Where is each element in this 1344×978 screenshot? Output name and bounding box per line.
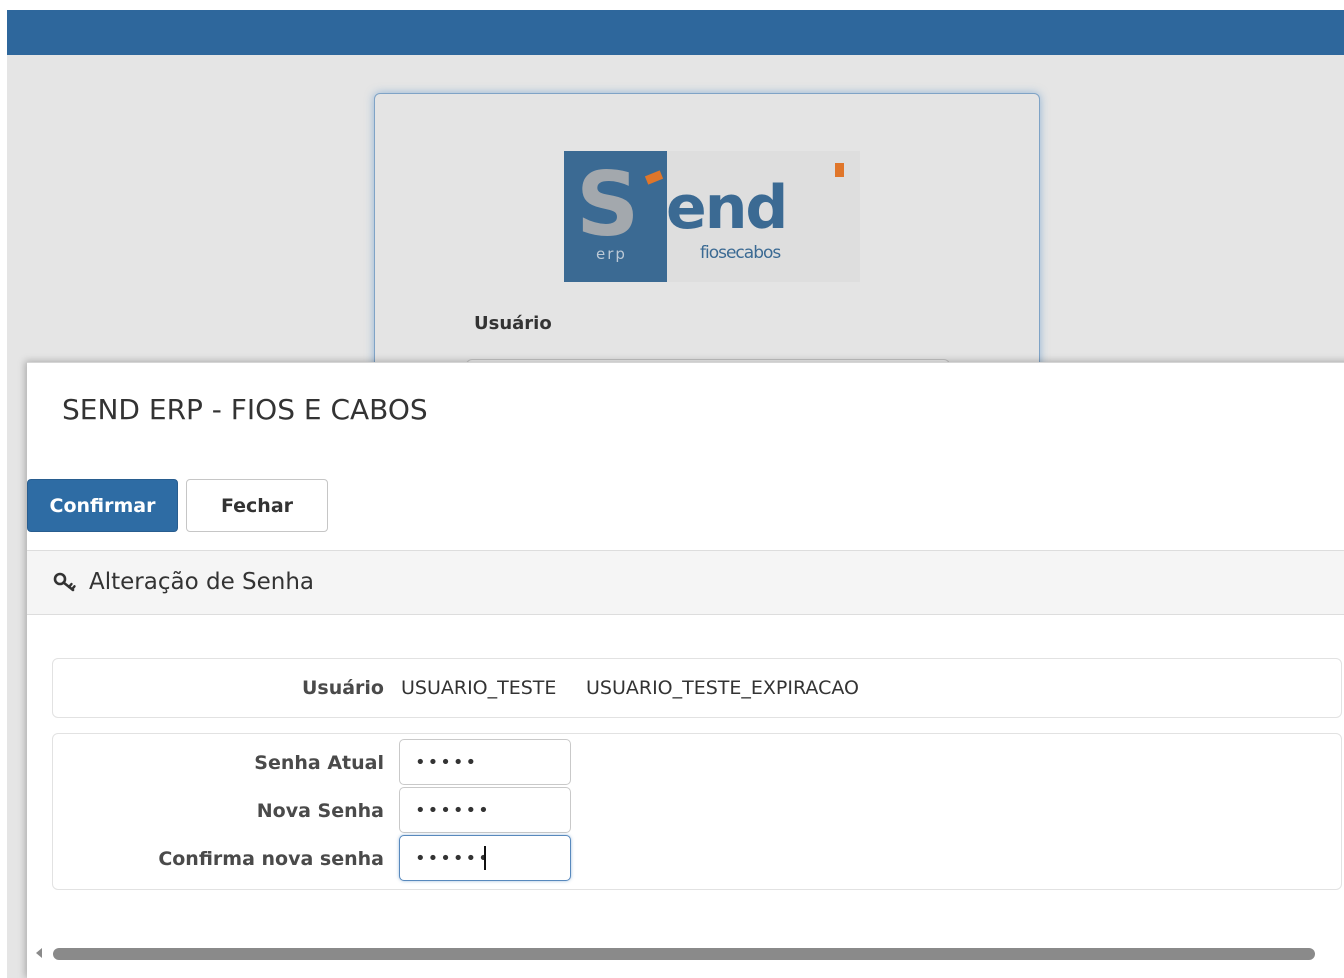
section-title: Alteração de Senha [89, 569, 315, 595]
confirm-password-label: Confirma nova senha [158, 848, 384, 870]
logo-sub-right: fiosecabos [700, 243, 781, 263]
logo-main-text: end [666, 173, 788, 243]
user-name-value: USUARIO_TESTE_EXPIRACAO [586, 677, 859, 699]
logo-initial: S [576, 153, 640, 256]
close-button[interactable]: Fechar [186, 479, 328, 532]
section-header: Alteração de Senha [27, 550, 1344, 615]
user-login-value: USUARIO_TESTE [401, 677, 557, 699]
logo-sub-left: erp [596, 245, 627, 263]
logo-accent-mark-2 [835, 163, 844, 177]
current-password-input[interactable] [399, 739, 571, 785]
new-password-input[interactable] [399, 787, 571, 833]
password-fields-panel: Senha Atual Nova Senha Confirma nova sen… [52, 733, 1342, 890]
confirm-button[interactable]: Confirmar [27, 479, 178, 532]
login-user-label: Usuário [474, 313, 552, 334]
user-info-panel: Usuário USUARIO_TESTE USUARIO_TESTE_EXPI… [52, 658, 1342, 718]
new-password-label: Nova Senha [256, 800, 384, 822]
scrollbar-thumb[interactable] [53, 948, 1315, 960]
text-caret [484, 846, 486, 870]
screen: S end erp fiosecabos Usuário SEND ERP - … [0, 0, 1344, 978]
key-icon [53, 572, 76, 592]
horizontal-scrollbar[interactable] [27, 940, 1344, 968]
top-bar [7, 10, 1344, 55]
scroll-left-icon[interactable] [36, 948, 42, 958]
dialog-title: SEND ERP - FIOS E CABOS [62, 393, 428, 426]
password-change-dialog: SEND ERP - FIOS E CABOS Confirmar Fechar… [27, 362, 1344, 978]
send-erp-logo: S end erp fiosecabos [564, 151, 860, 286]
user-label: Usuário [301, 677, 384, 699]
current-password-label: Senha Atual [254, 752, 384, 774]
